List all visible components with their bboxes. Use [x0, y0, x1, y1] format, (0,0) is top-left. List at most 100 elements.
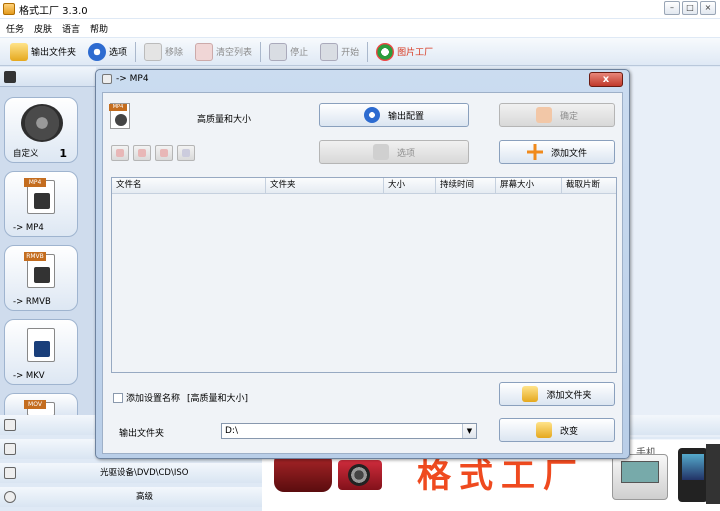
remove-button[interactable]: 移除: [138, 40, 189, 64]
toolbar-separator: [367, 41, 369, 62]
reel-icon: [115, 114, 127, 126]
film-icon: [34, 193, 50, 209]
folder-icon: [535, 422, 552, 438]
film-icon: [34, 267, 50, 283]
checkbox-box[interactable]: [113, 392, 123, 403]
column-duration[interactable]: 持续时间: [436, 178, 496, 193]
add-file-label: 添加文件: [550, 148, 587, 159]
phone-screen: [621, 461, 659, 483]
maximize-icon[interactable]: □: [682, 1, 698, 15]
ok-button[interactable]: 确定: [499, 103, 615, 127]
window-title: 格式工厂 3.3.0: [19, 5, 88, 17]
folder-add-icon: [522, 386, 539, 402]
toolbar: 输出文件夹 选项 移除 清空列表 停止 开始 图片工厂: [0, 38, 720, 66]
sidebar-item-label: -> MP4: [13, 223, 44, 233]
clear-icon: [195, 42, 214, 61]
format-tag: MP4: [24, 178, 46, 187]
column-screen-size[interactable]: 屏幕大小: [496, 178, 562, 193]
table-body[interactable]: [112, 194, 616, 372]
column-clip[interactable]: 截取片断: [562, 178, 616, 193]
ok-label: 确定: [559, 111, 578, 122]
chevron-down-icon[interactable]: ▼: [462, 424, 476, 438]
music-icon: [4, 419, 16, 431]
sidebar-item-label: 自定义: [13, 149, 39, 159]
gear-icon: [88, 42, 107, 61]
remove-label: 移除: [165, 48, 184, 58]
remove-icon: [144, 42, 163, 61]
sidebar-item-mov[interactable]: MOV: [4, 393, 78, 416]
dialog-close-button[interactable]: x: [589, 72, 623, 87]
add-icon[interactable]: [111, 145, 129, 161]
quality-label: 高质量和大小: [197, 115, 252, 125]
close-icon[interactable]: ×: [700, 1, 716, 15]
format-tag: RMVB: [24, 252, 46, 261]
sidebar-item-custom[interactable]: 自定义 1: [4, 97, 78, 163]
start-button[interactable]: 开始: [314, 40, 365, 64]
advanced-label: 高级: [136, 492, 154, 502]
menu-task[interactable]: 任务: [6, 22, 24, 35]
play-icon[interactable]: [155, 145, 173, 161]
add-file-button[interactable]: 添加文件: [499, 140, 615, 164]
film-icon: [34, 341, 50, 357]
sidebar-item-label: -> MKV: [13, 371, 45, 381]
sidebar-item-mkv[interactable]: -> MKV: [4, 319, 78, 385]
table-header: 文件名 文件夹 大小 持续时间 屏幕大小 截取片断: [112, 178, 616, 194]
output-folder-label: 输出文件夹: [119, 429, 165, 439]
column-folder[interactable]: 文件夹: [266, 178, 384, 193]
change-label: 改变: [559, 426, 578, 437]
minimize-icon[interactable]: –: [664, 1, 680, 15]
toolbar-separator: [135, 41, 137, 62]
menu-help[interactable]: 帮助: [90, 22, 108, 35]
setting-value: [高质量和大小]: [187, 394, 249, 404]
menu-language[interactable]: 语言: [62, 22, 80, 35]
options-label: 选项: [109, 48, 128, 58]
menu-skin[interactable]: 皮肤: [34, 22, 52, 35]
sidebar-item-label: -> RMVB: [13, 297, 51, 307]
rom-device-label: 光驱设备\DVD\CD\ISO: [100, 468, 189, 478]
mkv-file-icon: [27, 328, 55, 362]
video-category-header[interactable]: [0, 67, 96, 87]
file-table[interactable]: 文件名 文件夹 大小 持续时间 屏幕大小 截取片断: [111, 177, 617, 373]
picture-icon: [4, 443, 16, 455]
disc-icon: [4, 467, 16, 479]
output-folder-button[interactable]: 输出文件夹: [4, 40, 82, 64]
plus-icon: [526, 144, 543, 160]
clear-list-label: 清空列表: [216, 48, 253, 58]
gear-icon: [363, 107, 380, 123]
stop-button[interactable]: 停止: [263, 40, 314, 64]
tool-glyph: [138, 149, 146, 157]
column-filename[interactable]: 文件名: [112, 178, 266, 193]
window-controls: – □ ×: [664, 1, 716, 15]
dialog-icon: [102, 74, 112, 84]
video-icon: [4, 71, 16, 83]
output-folder-select[interactable]: D:\ ▼: [221, 423, 477, 439]
column-size[interactable]: 大小: [384, 178, 436, 193]
tool-glyph: [160, 149, 168, 157]
add-setting-name-checkbox[interactable]: 添加设置名称 [高质量和大小]: [113, 391, 248, 404]
options-button[interactable]: 选项: [319, 140, 469, 164]
change-button[interactable]: 改变: [499, 418, 615, 442]
sidebar-item-rmvb[interactable]: RMVB -> RMVB: [4, 245, 78, 311]
task-count: 1: [59, 147, 67, 160]
clear-list-button[interactable]: 清空列表: [189, 40, 258, 64]
options-label: 选项: [396, 148, 415, 159]
picture-factory-button[interactable]: 图片工厂: [370, 40, 439, 64]
output-config-label: 输出配置: [387, 111, 424, 122]
format-tag: MP4: [109, 104, 127, 111]
output-config-button[interactable]: 输出配置: [319, 103, 469, 127]
sidebar-item-mp4[interactable]: MP4 -> MP4: [4, 171, 78, 237]
right-panel: [630, 67, 720, 437]
picture-factory-icon: [376, 42, 395, 61]
list-tools: [111, 145, 195, 161]
add-folder-button[interactable]: 添加文件夹: [499, 382, 615, 406]
arrow-right-icon: [535, 107, 552, 123]
start-label: 开始: [341, 48, 360, 58]
info-icon[interactable]: [177, 145, 195, 161]
options-icon: [372, 144, 389, 160]
delete-icon[interactable]: [133, 145, 151, 161]
toolbar-separator: [260, 41, 262, 62]
format-tag: MOV: [24, 400, 46, 409]
output-folder-value: D:\: [225, 426, 238, 436]
stop-icon: [269, 42, 288, 61]
options-button[interactable]: 选项: [82, 40, 133, 64]
